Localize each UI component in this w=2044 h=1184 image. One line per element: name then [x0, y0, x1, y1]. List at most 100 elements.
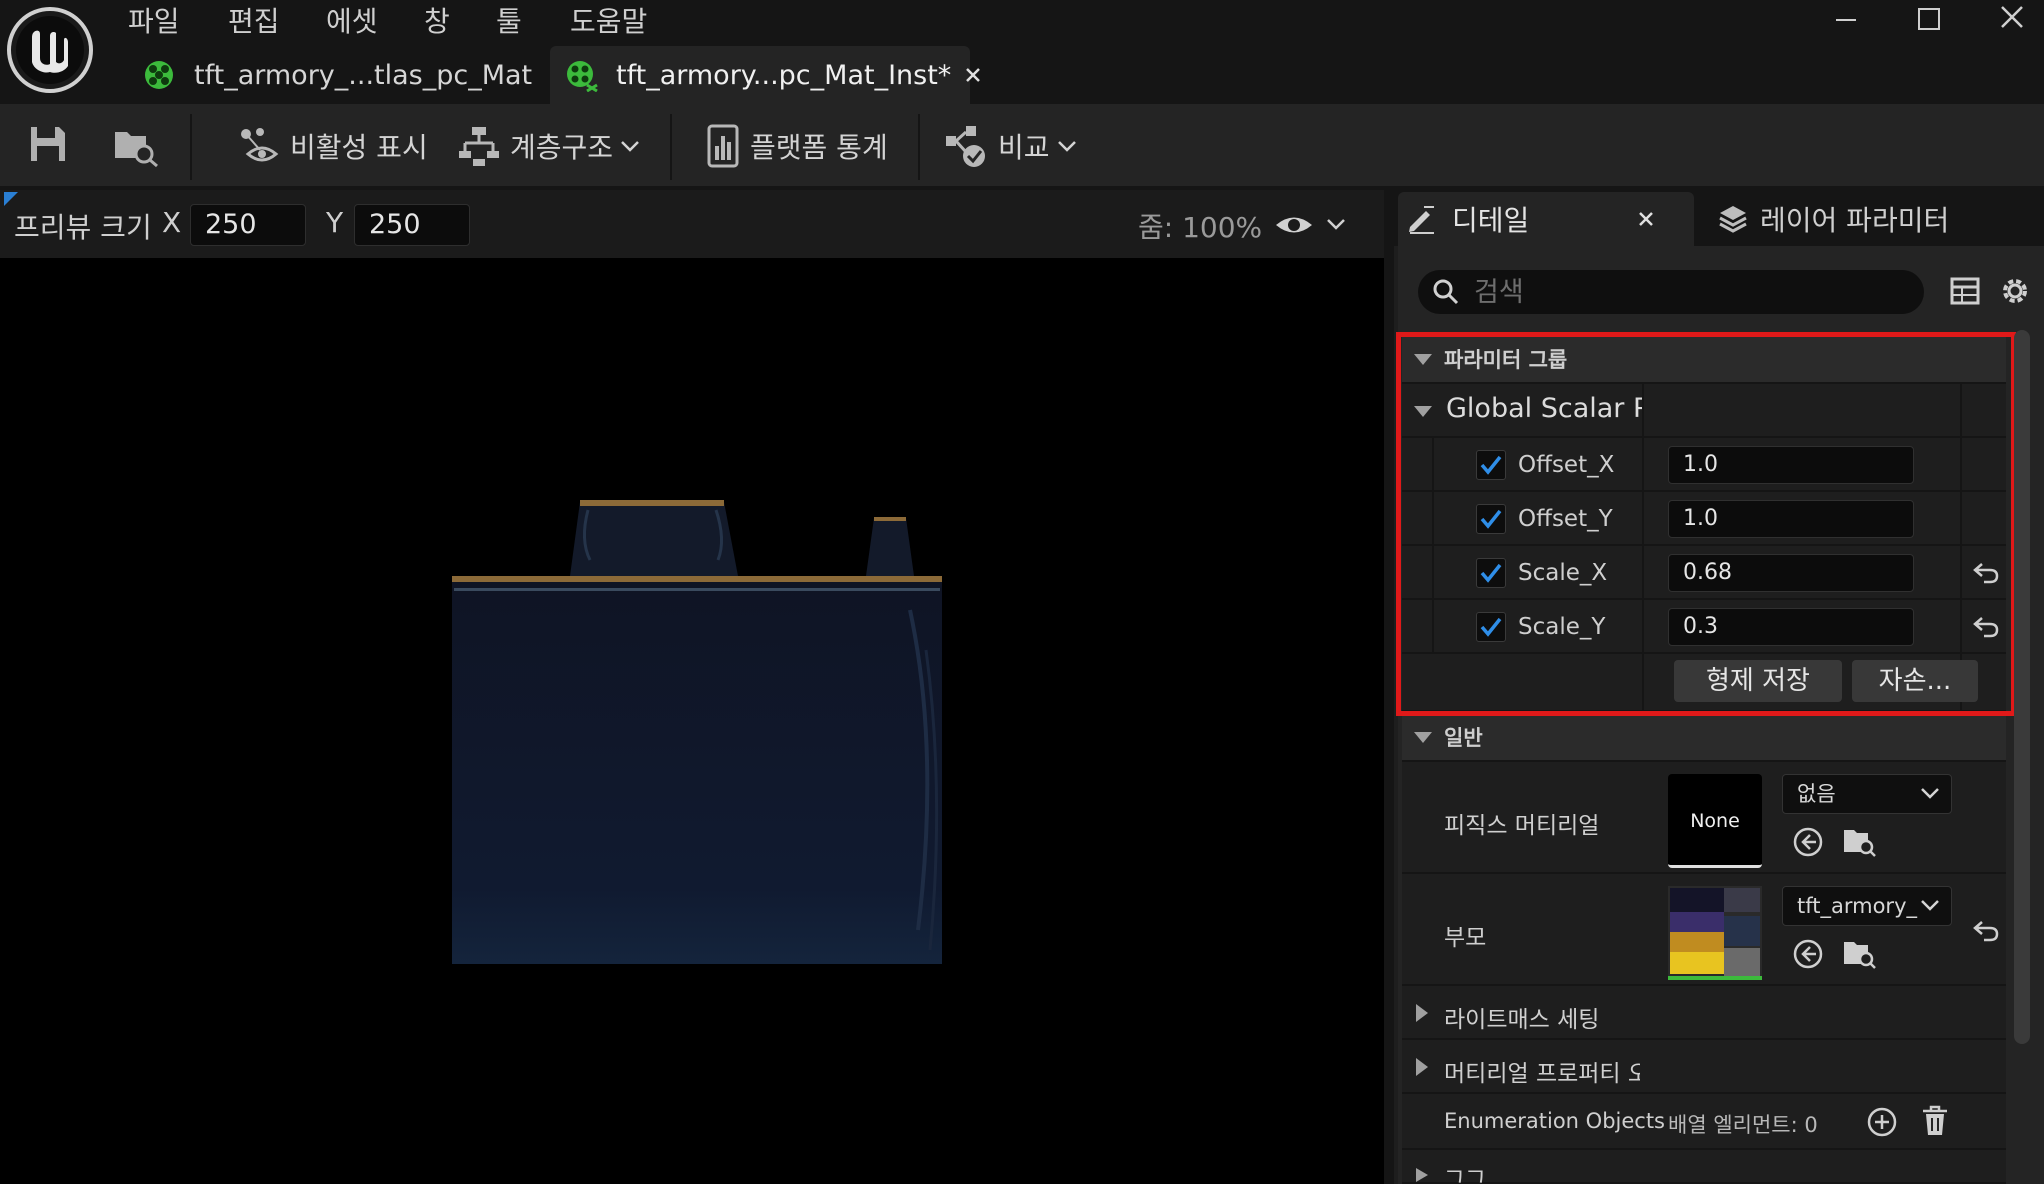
chevron-down-icon: [1056, 138, 1078, 154]
enumeration-label: Enumeration Objects: [1444, 1109, 1666, 1133]
save-icon[interactable]: [28, 124, 68, 164]
menu-edit[interactable]: 편집: [228, 0, 280, 40]
visibility-nodes-icon: [238, 126, 280, 166]
settings-gear-icon[interactable]: [1998, 274, 2032, 308]
close-tab-icon[interactable]: [1637, 210, 1655, 228]
menu-window[interactable]: 창: [424, 0, 450, 40]
truncated-label: 그그: [1444, 1167, 1487, 1184]
preview-y-input[interactable]: 250: [354, 204, 470, 246]
close-tab-icon[interactable]: [963, 65, 983, 85]
menu-tools[interactable]: 툴: [496, 0, 522, 40]
material-properties-label: 머티리얼 프로퍼티 오: [1444, 1061, 1640, 1087]
details-pencil-icon: [1406, 203, 1438, 235]
chevron-down-icon: [1919, 785, 1941, 801]
hierarchy-label: 계층구조: [510, 131, 614, 164]
platform-stats-icon: [706, 124, 740, 168]
lightmass-label: 라이트매스 세팅: [1444, 1007, 1600, 1033]
collapsed-triangle-icon[interactable]: [1414, 1166, 1430, 1184]
details-tab-label: 디테일: [1452, 204, 1530, 237]
show-inactive-button[interactable]: 비활성 표시: [238, 122, 428, 170]
scale-x-checkbox[interactable]: [1476, 558, 1506, 588]
toolbar-separator: [918, 114, 920, 180]
layer-tab-label: 레이어 파라미터: [1760, 204, 1950, 237]
details-search-box[interactable]: [1418, 270, 1924, 314]
enumeration-value: 배열 엘리먼트: 0: [1668, 1113, 1818, 1137]
reset-to-default-icon[interactable]: [1972, 614, 2000, 640]
expand-triangle-icon[interactable]: [1412, 728, 1434, 746]
offset-x-label: Offset_X: [1518, 452, 1615, 478]
scale-y-checkbox[interactable]: [1476, 612, 1506, 642]
layers-icon: [1718, 204, 1748, 234]
parent-combo[interactable]: tft_armory_: [1782, 886, 1952, 926]
platform-stats-button[interactable]: 플랫폼 통계: [706, 122, 888, 170]
tab-label: tft_armory_...tlas_pc_Mat: [194, 59, 533, 91]
zoom-readout: 줌: 100%: [1138, 211, 1263, 244]
tab-material-instance[interactable]: tft_armory...pc_Mat_Inst*: [550, 46, 981, 104]
offset-y-checkbox[interactable]: [1476, 504, 1506, 534]
reset-to-default-icon[interactable]: [1972, 560, 2000, 586]
tab-material[interactable]: tft_armory_...tlas_pc_Mat: [130, 46, 542, 104]
offset-x-checkbox[interactable]: [1476, 450, 1506, 480]
scale-y-label: Scale_Y: [1518, 614, 1606, 640]
offset-x-input[interactable]: 1.0: [1668, 446, 1914, 484]
parent-combo-value: tft_armory_: [1797, 894, 1917, 918]
compare-icon: [944, 124, 988, 168]
details-scrollbar[interactable]: [2014, 330, 2030, 1044]
expand-triangle-icon[interactable]: [1412, 402, 1434, 420]
browse-asset-icon[interactable]: [1842, 936, 1878, 970]
menu-file[interactable]: 파일: [128, 0, 180, 40]
use-selected-asset-icon[interactable]: [1792, 826, 1824, 858]
material-icon: [142, 58, 176, 92]
general-title: 일반: [1444, 726, 1483, 750]
use-selected-asset-icon[interactable]: [1792, 938, 1824, 970]
expand-triangle-icon[interactable]: [1412, 350, 1434, 368]
scale-x-label: Scale_X: [1518, 560, 1608, 586]
save-siblings-button[interactable]: 형제 저장: [1674, 660, 1842, 702]
table-view-icon[interactable]: [1950, 276, 1980, 306]
phys-material-combo[interactable]: 없음: [1782, 774, 1952, 814]
maximize-icon[interactable]: [1904, 2, 1952, 38]
offset-y-input[interactable]: 1.0: [1668, 500, 1914, 538]
trash-icon[interactable]: [1920, 1104, 1950, 1138]
chevron-down-icon: [1919, 897, 1941, 913]
tab-details[interactable]: 디테일: [1398, 192, 1694, 246]
material-preview-render: [440, 490, 960, 970]
browse-asset-icon[interactable]: [112, 124, 160, 168]
column-divider: [1642, 384, 1644, 712]
unreal-logo-icon[interactable]: [6, 6, 94, 94]
phys-material-thumbnail[interactable]: None: [1668, 774, 1762, 868]
close-window-icon[interactable]: [1988, 2, 2036, 38]
tab-label: tft_armory...pc_Mat_Inst*: [616, 59, 952, 91]
compare-dropdown[interactable]: 비교: [944, 122, 1078, 170]
parent-label: 부모: [1444, 925, 1487, 951]
view-options-dropdown[interactable]: [1274, 210, 1350, 240]
preview-size-label: 프리뷰 크기: [14, 211, 152, 244]
compare-label: 비교: [998, 131, 1050, 164]
save-child-button[interactable]: 자손...: [1852, 660, 1978, 702]
search-input[interactable]: [1472, 275, 1896, 309]
menu-help[interactable]: 도움말: [570, 0, 647, 40]
phys-material-label: 피직스 머티리얼: [1444, 813, 1600, 839]
parameter-groups-title: 파라미터 그룹: [1444, 348, 1568, 372]
phys-material-combo-value: 없음: [1797, 782, 1836, 806]
parent-thumbnail[interactable]: [1668, 886, 1762, 980]
add-element-icon[interactable]: [1866, 1106, 1898, 1138]
hierarchy-icon: [458, 125, 500, 167]
minimize-icon[interactable]: [1820, 2, 1868, 38]
scale-x-input[interactable]: 0.68: [1668, 554, 1914, 592]
menu-asset[interactable]: 에셋: [326, 0, 378, 40]
global-scalar-title: Global Scalar Pa: [1446, 393, 1642, 424]
show-inactive-label: 비활성 표시: [290, 131, 428, 164]
collapsed-triangle-icon[interactable]: [1414, 1002, 1430, 1024]
hierarchy-dropdown[interactable]: 계층구조: [458, 122, 641, 170]
preview-x-label: X: [162, 206, 182, 239]
tab-layer-parameters[interactable]: 레이어 파라미터: [1718, 192, 1949, 246]
browse-asset-icon[interactable]: [1842, 824, 1878, 858]
preview-x-input[interactable]: 250: [190, 204, 306, 246]
collapsed-triangle-icon[interactable]: [1414, 1056, 1430, 1078]
scale-y-input[interactable]: 0.3: [1668, 608, 1914, 646]
offset-y-label: Offset_Y: [1518, 506, 1613, 532]
reset-to-default-icon[interactable]: [1972, 918, 2000, 944]
category-general[interactable]: [1402, 716, 2006, 762]
viewport-corner-marker: [4, 192, 18, 206]
